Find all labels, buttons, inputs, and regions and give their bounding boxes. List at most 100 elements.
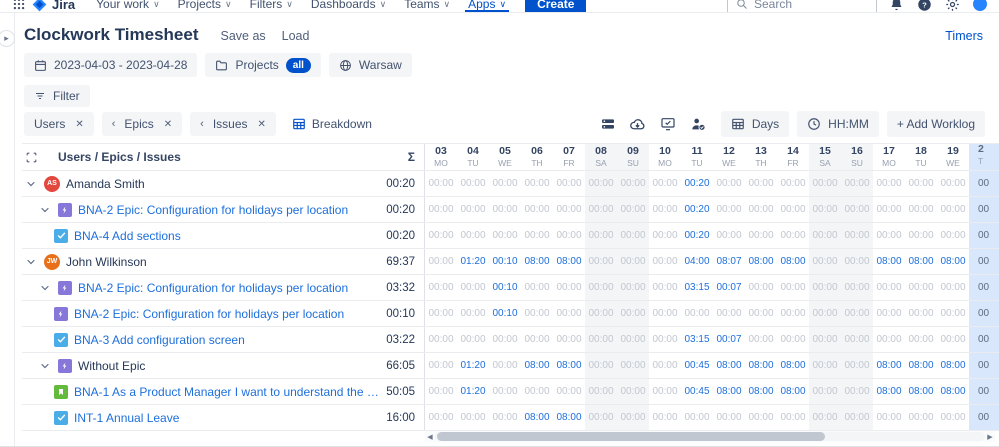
- chevron-left-icon[interactable]: ‹: [112, 118, 116, 130]
- worklog-cell[interactable]: 00:00: [777, 171, 809, 196]
- horizontal-scrollbar[interactable]: ◀ ▶: [425, 431, 995, 442]
- worklog-cell[interactable]: 00:00: [553, 327, 585, 352]
- worklog-cell[interactable]: 08:00: [777, 353, 809, 378]
- worklog-cell[interactable]: 00:10: [489, 301, 521, 326]
- worklog-cell[interactable]: 08:00: [745, 353, 777, 378]
- worklog-cell[interactable]: 00:00: [425, 171, 457, 196]
- worklog-cell[interactable]: 00:00: [585, 301, 617, 326]
- nav-item-teams[interactable]: Teams ∨: [395, 0, 459, 12]
- worklog-cell[interactable]: 00:00: [649, 223, 681, 248]
- worklog-cell[interactable]: 00:00: [937, 197, 969, 222]
- worklog-cell[interactable]: 08:00: [777, 249, 809, 274]
- worklog-cell[interactable]: 00:00: [617, 353, 649, 378]
- worklog-cell[interactable]: 00:00: [585, 327, 617, 352]
- worklog-cell[interactable]: 00:10: [489, 275, 521, 300]
- add-worklog-button[interactable]: + Add Worklog: [886, 111, 985, 137]
- worklog-cell[interactable]: 00:00: [937, 275, 969, 300]
- worklog-cell[interactable]: 00:00: [553, 301, 585, 326]
- worklog-cell[interactable]: 00:00: [841, 327, 873, 352]
- partial-worklog-cell[interactable]: 00: [969, 353, 999, 378]
- load-link[interactable]: Load: [282, 29, 310, 43]
- partial-worklog-cell[interactable]: 00: [969, 197, 999, 222]
- worklog-cell[interactable]: 00:00: [841, 223, 873, 248]
- worklog-cell[interactable]: 00:00: [585, 197, 617, 222]
- screen-check-icon[interactable]: [659, 115, 677, 133]
- worklog-cell[interactable]: 00:00: [937, 171, 969, 196]
- worklog-cell[interactable]: 08:00: [745, 249, 777, 274]
- worklog-cell[interactable]: 00:00: [713, 301, 745, 326]
- worklog-cell[interactable]: 00:00: [937, 405, 969, 430]
- worklog-cell[interactable]: 00:00: [425, 275, 457, 300]
- worklog-cell[interactable]: 00:00: [649, 327, 681, 352]
- rows-layout-icon[interactable]: [599, 115, 617, 133]
- row-expand-chevron-icon[interactable]: [38, 203, 52, 217]
- worklog-cell[interactable]: 00:00: [425, 327, 457, 352]
- worklog-cell[interactable]: 00:00: [841, 301, 873, 326]
- worklog-cell[interactable]: 08:00: [937, 379, 969, 404]
- worklog-cell[interactable]: 00:00: [713, 223, 745, 248]
- nav-item-your-work[interactable]: Your work ∨: [87, 0, 169, 12]
- help-icon[interactable]: ?: [915, 0, 933, 12]
- worklog-cell[interactable]: 00:00: [649, 379, 681, 404]
- worklog-cell[interactable]: 00:00: [649, 171, 681, 196]
- worklog-cell[interactable]: 00:00: [489, 197, 521, 222]
- worklog-cell[interactable]: 00:00: [425, 405, 457, 430]
- worklog-cell[interactable]: 00:00: [745, 405, 777, 430]
- worklog-cell[interactable]: 00:00: [873, 197, 905, 222]
- worklog-cell[interactable]: 00:20: [681, 197, 713, 222]
- worklog-cell[interactable]: 00:07: [713, 327, 745, 352]
- projects-filter[interactable]: Projects all: [205, 53, 321, 77]
- worklog-cell[interactable]: 01:20: [457, 249, 489, 274]
- worklog-cell[interactable]: 00:00: [745, 275, 777, 300]
- worklog-cell[interactable]: 00:45: [681, 353, 713, 378]
- worklog-cell[interactable]: 08:00: [713, 353, 745, 378]
- worklog-cell[interactable]: 08:00: [777, 379, 809, 404]
- worklog-cell[interactable]: 00:00: [617, 327, 649, 352]
- worklog-cell[interactable]: 08:00: [521, 405, 553, 430]
- save-as-link[interactable]: Save as: [220, 29, 265, 43]
- worklog-cell[interactable]: 00:00: [521, 379, 553, 404]
- worklog-cell[interactable]: 00:00: [553, 197, 585, 222]
- worklog-cell[interactable]: 08:00: [553, 353, 585, 378]
- worklog-cell[interactable]: 00:00: [681, 405, 713, 430]
- worklog-cell[interactable]: 00:00: [745, 197, 777, 222]
- worklog-cell[interactable]: 00:00: [809, 353, 841, 378]
- worklog-cell[interactable]: 00:00: [777, 197, 809, 222]
- worklog-cell[interactable]: 00:00: [489, 171, 521, 196]
- worklog-cell[interactable]: 00:00: [937, 223, 969, 248]
- row-label[interactable]: BNA-2 Epic: Configuration for holidays p…: [78, 203, 348, 217]
- worklog-cell[interactable]: 00:00: [617, 379, 649, 404]
- worklog-cell[interactable]: 00:00: [841, 249, 873, 274]
- worklog-cell[interactable]: 00:00: [617, 197, 649, 222]
- worklog-cell[interactable]: 00:00: [809, 327, 841, 352]
- worklog-cell[interactable]: 00:00: [521, 197, 553, 222]
- worklog-cell[interactable]: 08:00: [745, 379, 777, 404]
- worklog-cell[interactable]: 00:00: [809, 249, 841, 274]
- worklog-cell[interactable]: 00:00: [585, 249, 617, 274]
- worklog-cell[interactable]: 00:00: [489, 353, 521, 378]
- remove-group-icon[interactable]: ✕: [258, 119, 266, 130]
- worklog-cell[interactable]: 00:00: [841, 275, 873, 300]
- worklog-cell[interactable]: 00:00: [649, 249, 681, 274]
- worklog-cell[interactable]: 00:00: [489, 405, 521, 430]
- worklog-cell[interactable]: 00:00: [905, 223, 937, 248]
- partial-worklog-cell[interactable]: 00: [969, 223, 999, 248]
- worklog-cell[interactable]: 00:00: [905, 171, 937, 196]
- worklog-cell[interactable]: 00:20: [681, 171, 713, 196]
- worklog-cell[interactable]: 03:15: [681, 275, 713, 300]
- timezone-filter[interactable]: Warsaw: [328, 53, 412, 77]
- row-expand-chevron-icon[interactable]: [38, 281, 52, 295]
- worklog-cell[interactable]: 00:10: [489, 249, 521, 274]
- worklog-cell[interactable]: 08:00: [553, 249, 585, 274]
- worklog-cell[interactable]: 00:00: [777, 275, 809, 300]
- worklog-cell[interactable]: 00:00: [489, 379, 521, 404]
- worklog-cell[interactable]: 00:00: [553, 275, 585, 300]
- group-chip-users[interactable]: Users ✕: [24, 112, 94, 136]
- row-expand-chevron-icon[interactable]: [38, 359, 52, 373]
- remove-group-icon[interactable]: ✕: [164, 119, 172, 130]
- timers-link[interactable]: Timers: [945, 29, 983, 43]
- partial-worklog-cell[interactable]: 00: [969, 171, 999, 196]
- worklog-cell[interactable]: 00:00: [649, 275, 681, 300]
- partial-worklog-cell[interactable]: 00: [969, 249, 999, 274]
- partial-worklog-cell[interactable]: 00: [969, 405, 999, 430]
